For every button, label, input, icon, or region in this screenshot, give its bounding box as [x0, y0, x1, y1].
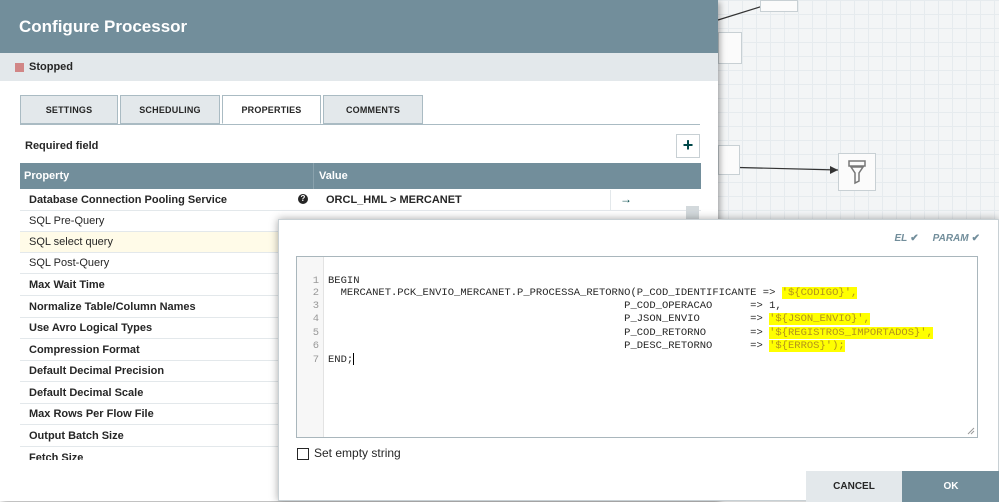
property-name: Database Connection Pooling Service [29, 194, 228, 206]
code-line: 3 P_COD_OPERACAO => 1, [297, 285, 782, 312]
stopped-icon [15, 62, 24, 72]
code-text: P_COD_OPERACAO => 1, [328, 300, 782, 312]
question-circle-icon[interactable]: ? [298, 194, 308, 204]
column-header-property[interactable]: Property [24, 170, 69, 182]
cancel-button[interactable]: CANCEL [806, 471, 902, 502]
arrow-right-icon[interactable]: → [620, 192, 632, 206]
resize-grip-icon[interactable] [967, 427, 975, 435]
property-name: Output Batch Size [29, 430, 124, 442]
ok-button[interactable]: OK [902, 471, 999, 502]
dialog-tabs: SETTINGS SCHEDULING PROPERTIES COMMENTS [20, 95, 425, 124]
code-text: MERCANET.PCK_ENVIO_MERCANET.P_PROCESSA_R… [328, 287, 782, 299]
check-icon: ✔ [971, 233, 980, 244]
property-name: SQL select query [29, 236, 113, 248]
status-label: Stopped [29, 61, 73, 73]
el-flag: EL ✔ [894, 233, 919, 244]
code-line: 7 END; [297, 339, 355, 366]
line-number: 7 [312, 354, 319, 366]
code-line: 4 P_JSON_ENVIO => '${JSON_ENVIO}', [297, 298, 870, 325]
processor-status: Stopped [0, 53, 718, 81]
tab-settings[interactable]: SETTINGS [20, 95, 118, 124]
code-line: 5 P_COD_RETORNO => '${REGISTROS_IMPORTAD… [297, 312, 933, 339]
property-name: Fetch Size [29, 452, 84, 460]
canvas-processor-node[interactable] [760, 0, 798, 12]
property-name: SQL Post-Query [29, 257, 110, 269]
property-name: Use Avro Logical Types [29, 322, 153, 334]
property-name: Default Decimal Scale [29, 387, 144, 399]
canvas-processor-node[interactable] [718, 32, 742, 64]
property-value[interactable]: ORCL_HML > MERCANET [326, 194, 462, 206]
expression-highlight: '${CODIGO}', [781, 287, 858, 299]
expression-highlight: '${JSON_ENVIO}', [769, 313, 870, 325]
code-editor[interactable]: 1 BEGIN 2 MERCANET.PCK_ENVIO_MERCANET.P_P… [296, 256, 978, 438]
property-name: Default Decimal Precision [29, 365, 165, 377]
check-icon: ✔ [910, 233, 919, 244]
code-text: P_JSON_ENVIO => [328, 313, 770, 325]
code-line: 2 MERCANET.PCK_ENVIO_MERCANET.P_PROCESSA… [297, 272, 858, 299]
property-value-editor: EL ✔ PARAM ✔ 1 BEGIN 2 MERCANET.PCK_ENVIO_M… [278, 219, 999, 502]
code-text: P_COD_RETORNO => [328, 327, 770, 339]
tab-divider [20, 124, 700, 125]
code-text: P_DESC_RETORNO => [328, 340, 770, 352]
code-line: 6 P_DESC_RETORNO => '${ERROS}'); [297, 325, 845, 352]
expression-highlight: '${REGISTROS_IMPORTADOS}', [769, 327, 933, 339]
funnel-node[interactable] [838, 153, 876, 191]
properties-table-header: Property Value [20, 163, 701, 189]
property-name: SQL Pre-Query [29, 215, 105, 227]
required-field-label: Required field [25, 140, 99, 152]
column-divider [313, 163, 314, 189]
canvas-processor-node[interactable] [718, 145, 740, 175]
cell-divider [610, 190, 611, 211]
text-cursor [353, 353, 355, 366]
tab-scheduling[interactable]: SCHEDULING [120, 95, 220, 124]
column-header-value[interactable]: Value [319, 170, 348, 182]
tab-properties[interactable]: PROPERTIES [222, 95, 321, 124]
add-property-button[interactable]: + [676, 134, 700, 158]
property-name: Compression Format [29, 344, 140, 356]
funnel-icon [848, 160, 866, 185]
set-empty-string-checkbox[interactable] [297, 448, 309, 460]
param-flag: PARAM ✔ [932, 233, 980, 244]
tab-comments[interactable]: COMMENTS [323, 95, 423, 124]
code-text: END; [328, 354, 354, 366]
set-empty-string-label: Set empty string [314, 446, 401, 460]
editor-flags: EL ✔ PARAM ✔ [895, 233, 981, 244]
expression-highlight: '${ERROS}'); [769, 340, 845, 352]
property-name: Normalize Table/Column Names [29, 301, 196, 313]
dialog-title: Configure Processor [0, 0, 718, 53]
property-name: Max Rows Per Flow File [29, 408, 154, 420]
table-row[interactable]: Database Connection Pooling Service ? OR… [20, 190, 701, 211]
property-name: Max Wait Time [29, 279, 105, 291]
